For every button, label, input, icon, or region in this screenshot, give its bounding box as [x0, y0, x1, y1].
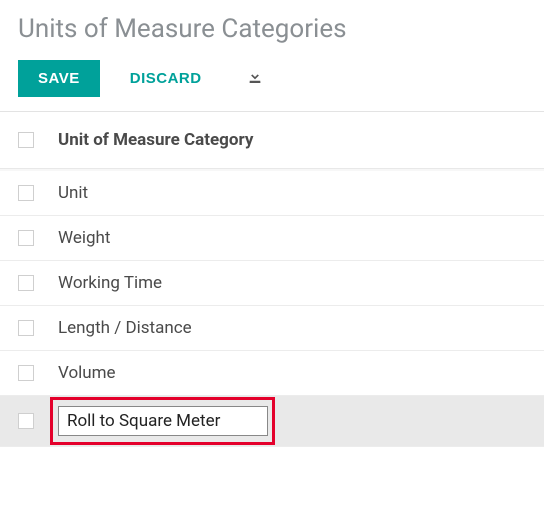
- row-checkbox[interactable]: [18, 320, 34, 336]
- table-header-row: Unit of Measure Category: [0, 112, 544, 169]
- table-row-editing[interactable]: [0, 396, 544, 447]
- row-label: Working Time: [58, 273, 162, 293]
- row-checkbox[interactable]: [18, 275, 34, 291]
- toolbar: SAVE DISCARD: [18, 60, 526, 111]
- table-row[interactable]: Working Time: [0, 261, 544, 306]
- header: Units of Measure Categories SAVE DISCARD: [0, 0, 544, 111]
- table-row[interactable]: Length / Distance: [0, 306, 544, 351]
- row-checkbox[interactable]: [18, 230, 34, 246]
- table-row[interactable]: Unit: [0, 171, 544, 216]
- row-checkbox[interactable]: [18, 413, 34, 429]
- row-checkbox[interactable]: [18, 185, 34, 201]
- table-body: Unit Weight Working Time Length / Distan…: [0, 169, 544, 447]
- page-title: Units of Measure Categories: [18, 14, 526, 44]
- discard-button[interactable]: DISCARD: [110, 60, 222, 97]
- row-label: Weight: [58, 228, 110, 248]
- row-label: Volume: [58, 363, 116, 383]
- select-all-checkbox[interactable]: [18, 132, 34, 148]
- export-button[interactable]: [234, 60, 276, 97]
- row-label: Unit: [58, 183, 88, 203]
- table-row[interactable]: Volume: [0, 351, 544, 396]
- row-checkbox[interactable]: [18, 365, 34, 381]
- category-name-input[interactable]: [58, 406, 268, 436]
- column-header: Unit of Measure Category: [58, 130, 253, 150]
- table-row[interactable]: Weight: [0, 216, 544, 261]
- download-icon: [246, 68, 264, 89]
- save-button[interactable]: SAVE: [18, 60, 100, 97]
- row-label: Length / Distance: [58, 318, 192, 338]
